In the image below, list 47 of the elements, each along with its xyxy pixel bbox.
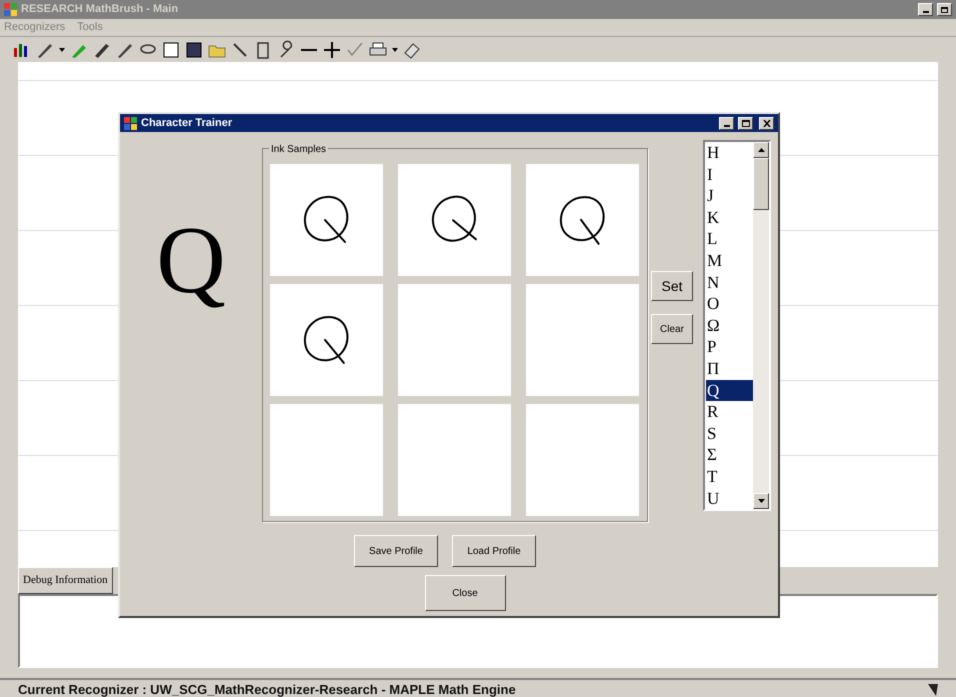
close-dialog-button[interactable]: Close	[424, 575, 506, 611]
scrollbar[interactable]	[753, 142, 769, 509]
symbol-list-item[interactable]: N	[706, 272, 753, 294]
symbol-list-item[interactable]: K	[706, 206, 753, 228]
close-button[interactable]	[759, 116, 774, 130]
status-text: Current Recognizer : UW_SCG_MathRecognizer-Research - MAPLE Math Engine	[18, 680, 516, 697]
page-icon[interactable]	[161, 40, 181, 60]
scroll-up-icon[interactable]	[758, 148, 764, 152]
symbol-list-item[interactable]: P	[706, 336, 753, 358]
window-title: RESEARCH MathBrush - Main	[21, 2, 178, 18]
profile-button[interactable]: Save Profile	[354, 535, 438, 567]
app-icon	[4, 3, 17, 16]
symbol-list-item[interactable]: T	[706, 466, 753, 488]
app-icon	[124, 116, 137, 130]
symbol-list-item[interactable]: M	[706, 250, 753, 272]
minimize-button[interactable]	[719, 116, 734, 130]
current-symbol: Q	[156, 212, 226, 308]
symbol-list-item[interactable]: Q	[706, 380, 753, 402]
scroll-down-icon[interactable]	[758, 499, 764, 503]
symbol-list-item[interactable]: U	[706, 488, 753, 510]
symbol-list-item[interactable]: O	[706, 293, 753, 315]
plus-icon[interactable]	[322, 40, 342, 60]
clear-button[interactable]: Clear	[651, 314, 693, 344]
symbol-list-item[interactable]: Ω	[706, 314, 753, 336]
symbol-list-item[interactable]: J	[706, 185, 753, 207]
debug-tab[interactable]: Debug Information	[18, 567, 113, 594]
symbol-list-item[interactable]: Π	[706, 358, 753, 380]
symbol-list-item[interactable]: L	[706, 228, 753, 250]
maximize-button[interactable]	[738, 116, 753, 130]
symbol-list-item[interactable]: H	[706, 142, 753, 164]
group-label: Ink Samples	[269, 142, 328, 157]
dialog-title: Character Trainer	[141, 116, 232, 131]
profile-button[interactable]: Load Profile	[452, 535, 536, 567]
symbol-list-item[interactable]: Σ	[706, 444, 753, 466]
symbol-list-item[interactable]: I	[706, 164, 753, 186]
restore-button[interactable]	[937, 3, 952, 16]
symbol-list-item[interactable]: S	[706, 422, 753, 444]
ink-sample-pad[interactable]	[270, 284, 383, 396]
symbol-list-item[interactable]: R	[706, 401, 753, 423]
ink-sample-pad[interactable]	[270, 164, 383, 276]
ink-sample-pad[interactable]	[398, 164, 511, 276]
set-button[interactable]: Set	[651, 271, 693, 301]
minimize-button[interactable]	[918, 3, 933, 16]
resize-grip-icon[interactable]	[928, 682, 938, 696]
close-icon[interactable]	[762, 120, 770, 126]
ink-sample-pad[interactable]	[526, 164, 639, 276]
scrollbar-thumb[interactable]	[753, 158, 769, 210]
